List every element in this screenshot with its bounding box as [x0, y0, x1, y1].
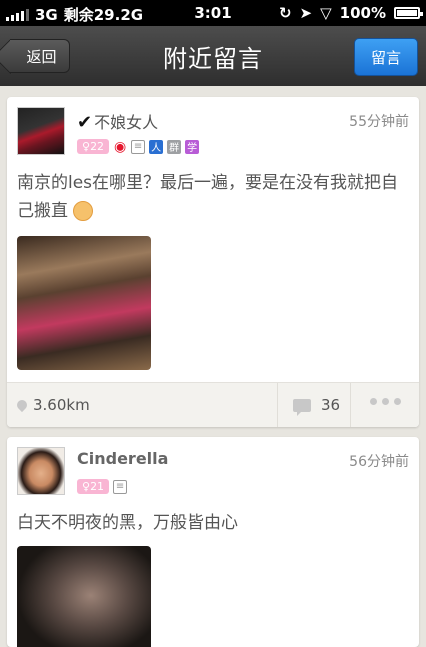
- post-content: 白天不明夜的黑，万般皆由心: [17, 513, 238, 533]
- emoji-icon: [73, 201, 94, 221]
- verified-check-icon: ✔: [77, 112, 93, 133]
- rotation-lock-icon: ↻: [278, 4, 292, 22]
- post-card[interactable]: Cinderella 56分钟前 ♀21 ≡ 白天不明夜的黑，万般皆由心: [7, 437, 419, 647]
- battery-percent: 100%: [339, 4, 386, 22]
- nav-bar: 返回 附近留言 留言: [0, 26, 426, 86]
- doc-icon: ≡: [131, 139, 146, 154]
- battery-icon: [394, 7, 423, 19]
- comments-button[interactable]: 36: [293, 396, 340, 416]
- vpn-icon: ▽: [320, 4, 332, 22]
- comment-icon: [293, 398, 311, 416]
- qun-icon: 群: [167, 139, 182, 154]
- weibo-icon: ◉: [113, 138, 128, 155]
- status-bar: 3G 剩余29.2G 3:01 ↻ ➤ ▽ 100%: [0, 0, 426, 26]
- avatar[interactable]: [17, 447, 65, 495]
- post-footer: 3.60km 36: [7, 382, 419, 427]
- divider: [350, 383, 351, 427]
- divider: [277, 383, 278, 427]
- ren-icon: 人: [149, 139, 164, 154]
- post-time: 56分钟前: [349, 454, 409, 470]
- location-pin-icon: [14, 397, 30, 413]
- avatar[interactable]: [17, 107, 65, 155]
- location-icon: ➤: [299, 4, 313, 22]
- badge-row: ♀21 ≡: [77, 479, 128, 494]
- more-options-icon[interactable]: [370, 398, 401, 405]
- distance: 3.60km: [14, 396, 90, 414]
- username[interactable]: Cinderella: [77, 449, 168, 468]
- post-time: 55分钟前: [349, 114, 409, 130]
- badge-row: ♀22 ◉ ≡ 人 群 学: [77, 138, 200, 155]
- post-photo[interactable]: [17, 546, 151, 647]
- xue-icon: 学: [185, 139, 200, 154]
- doc-icon: ≡: [113, 479, 128, 494]
- username[interactable]: ✔ 不娘女人: [77, 109, 158, 133]
- level-badge: ♀21: [77, 479, 110, 494]
- post-card[interactable]: ✔ 不娘女人 55分钟前 ♀22 ◉ ≡ 人 群 学 南京的les在哪里？最后一遍…: [7, 97, 419, 427]
- post-content: 南京的les在哪里？最后一遍，要是在没有我就把自己搬直: [17, 173, 399, 221]
- level-badge: ♀22: [77, 139, 110, 154]
- back-button[interactable]: 返回: [10, 39, 70, 73]
- post-message-button[interactable]: 留言: [354, 38, 418, 76]
- post-photo[interactable]: [17, 236, 151, 370]
